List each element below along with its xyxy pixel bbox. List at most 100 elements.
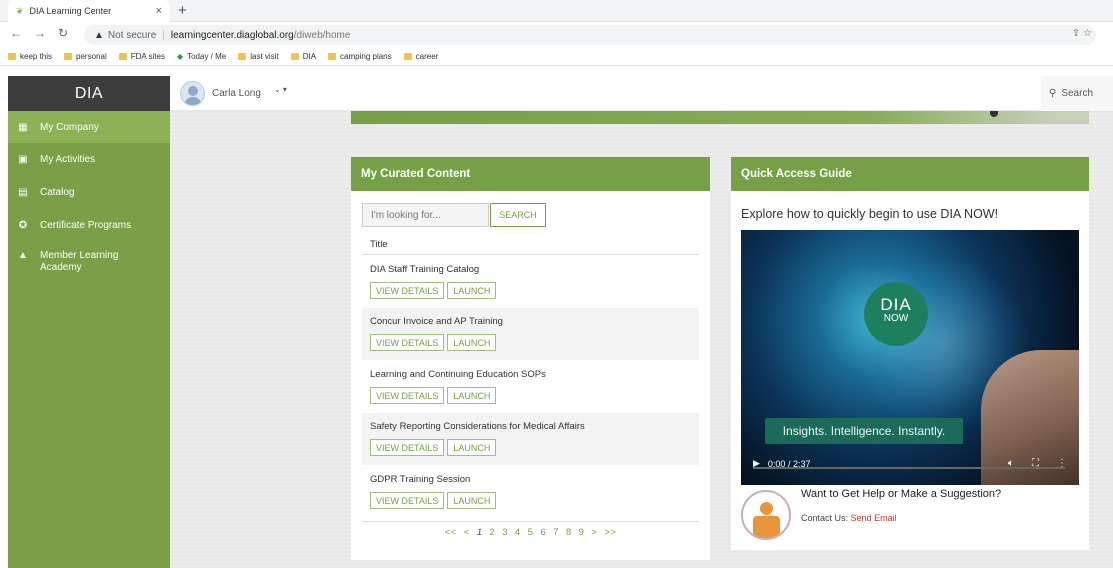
- forward-icon[interactable]: →: [34, 26, 46, 40]
- url-path: /diweb/home: [293, 29, 351, 41]
- dia-favicon-icon: ❦: [16, 5, 24, 16]
- view-details-button[interactable]: VIEW DETAILS: [370, 387, 445, 404]
- view-details-button[interactable]: VIEW DETAILS: [370, 334, 445, 351]
- bookmark-camping-plans[interactable]: camping plans: [328, 52, 392, 61]
- page-2[interactable]: 2: [489, 527, 495, 538]
- course-title: GDPR Training Session: [370, 474, 471, 485]
- help-title: Want to Get Help or Make a Suggestion?: [801, 488, 1002, 500]
- divider: [362, 521, 699, 522]
- video-progress-bar[interactable]: [753, 467, 1065, 469]
- folder-icon: [64, 53, 73, 60]
- award-icon: ✪: [18, 220, 28, 231]
- curated-search-button[interactable]: SEARCH: [490, 203, 546, 227]
- sidebar-item-my-company[interactable]: ▦ My Company: [8, 111, 170, 143]
- table-row: DIA Staff Training Catalog VIEW DETAILS …: [362, 256, 699, 308]
- view-details-button[interactable]: VIEW DETAILS: [370, 492, 445, 509]
- sidebar-item-certificate-programs[interactable]: ✪ Certificate Programs: [8, 209, 170, 242]
- curated-search-row: SEARCH: [362, 203, 546, 227]
- page-next[interactable]: >: [591, 527, 597, 538]
- page-5[interactable]: 5: [528, 527, 534, 538]
- page-3[interactable]: 3: [502, 527, 508, 538]
- folder-icon: [118, 53, 127, 60]
- pagination: << < 1 2 3 4 5 6 7 8 9 > >>: [351, 527, 710, 538]
- view-details-button[interactable]: VIEW DETAILS: [370, 439, 445, 456]
- page-6[interactable]: 6: [540, 527, 546, 538]
- reload-icon[interactable]: ↻: [58, 26, 68, 40]
- folder-icon: [290, 53, 299, 60]
- page-prev[interactable]: <: [464, 527, 470, 538]
- video-player[interactable]: DIA NOW Insights. Intelligence. Instantl…: [741, 230, 1079, 485]
- new-tab-icon[interactable]: +: [178, 2, 187, 19]
- page-4[interactable]: 4: [515, 527, 521, 538]
- bookmark-dia[interactable]: DIA: [290, 52, 316, 61]
- address-bar: ← → ↻ ▲ Not secure | learningcenter.diag…: [0, 22, 1113, 48]
- launch-button[interactable]: LAUNCH: [447, 439, 497, 456]
- launch-button[interactable]: LAUNCH: [447, 387, 497, 404]
- list-icon: ▤: [18, 187, 28, 198]
- badge-text-bottom: NOW: [883, 313, 909, 324]
- curated-search-input[interactable]: [362, 203, 489, 227]
- tab-title: DIA Learning Center: [29, 6, 112, 16]
- page-7[interactable]: 7: [553, 527, 559, 538]
- view-details-button[interactable]: VIEW DETAILS: [370, 282, 445, 299]
- bookmark-today-me[interactable]: ◆ Today / Me: [177, 52, 226, 61]
- main-content: My Curated Content SEARCH Title DIA Staf…: [170, 111, 1113, 568]
- bookmark-fda-sites[interactable]: FDA sites: [118, 52, 165, 61]
- tab-close-icon[interactable]: ×: [156, 5, 162, 17]
- folder-icon: [8, 53, 16, 60]
- curated-content-panel: My Curated Content SEARCH Title DIA Staf…: [351, 157, 710, 560]
- back-icon[interactable]: ←: [10, 26, 22, 40]
- folder-icon: [238, 53, 247, 60]
- course-title: DIA Staff Training Catalog: [370, 264, 480, 275]
- bookmark-personal[interactable]: personal: [64, 52, 107, 61]
- quick-access-subtitle: Explore how to quickly begin to use DIA …: [741, 207, 999, 221]
- panel-title: Quick Access Guide: [731, 157, 1089, 191]
- sidebar-item-member-learning-academy[interactable]: ▲ Member Learning Academy: [8, 242, 170, 274]
- brand-logo[interactable]: DIA: [8, 76, 170, 111]
- url-host: learningcenter.diaglobal.org: [170, 29, 294, 41]
- calendar-check-icon: ▣: [18, 154, 28, 165]
- url-input[interactable]: ▲ Not secure | learningcenter.diaglobal.…: [84, 25, 1096, 45]
- sidebar-item-label: Catalog: [40, 187, 75, 198]
- user-avatar[interactable]: [180, 81, 205, 106]
- bookmark-keep-this[interactable]: keep this: [8, 52, 52, 61]
- sidebar-item-label: My Activities: [40, 154, 96, 165]
- chevron-down-icon[interactable]: ⌄ ▾: [274, 85, 287, 94]
- launch-button[interactable]: LAUNCH: [447, 334, 497, 351]
- quick-access-panel: Quick Access Guide Explore how to quickl…: [731, 157, 1089, 550]
- support-agent-icon: [741, 490, 791, 540]
- page-8[interactable]: 8: [566, 527, 572, 538]
- divider: [362, 254, 699, 255]
- column-header-title: Title: [370, 239, 388, 250]
- launch-button[interactable]: LAUNCH: [447, 492, 497, 509]
- send-email-link[interactable]: Send Email: [851, 513, 897, 523]
- sidebar-item-my-activities[interactable]: ▣ My Activities: [8, 143, 170, 176]
- video-controls: ▶ 0:00 / 2:37 🔈︎ ⛶ ⋮: [741, 442, 1079, 485]
- user-name[interactable]: Carla Long: [212, 88, 261, 99]
- bookmark-last-visit[interactable]: last visit: [238, 52, 279, 61]
- table-row: Safety Reporting Considerations for Medi…: [362, 413, 699, 465]
- bookmark-career[interactable]: career: [403, 52, 438, 61]
- bookmarks-bar: keep this personal FDA sites ◆ Today / Me…: [0, 48, 1113, 66]
- banner-image: [351, 111, 1089, 124]
- page-1[interactable]: 1: [477, 527, 483, 538]
- dia-now-badge: DIA NOW: [864, 282, 928, 346]
- share-icon[interactable]: ⇪ ☆: [1072, 28, 1092, 39]
- warning-icon[interactable]: ▲: [94, 30, 104, 41]
- launch-button[interactable]: LAUNCH: [447, 282, 497, 299]
- sidebar-item-catalog[interactable]: ▤ Catalog: [8, 176, 170, 209]
- badge-text-top: DIA: [880, 295, 912, 314]
- building-icon: ▦: [18, 121, 28, 133]
- browser-tab[interactable]: ❦ DIA Learning Center ×: [8, 0, 170, 22]
- page-first[interactable]: <<: [445, 527, 457, 538]
- course-title: Concur Invoice and AP Training: [370, 316, 503, 327]
- search-label: Search: [1061, 88, 1094, 99]
- sidebar-item-label: Certificate Programs: [40, 220, 132, 231]
- page-last[interactable]: >>: [604, 527, 616, 538]
- sidebar: DIA ▦ My Company ▣ My Activities ▤ Catal…: [8, 76, 170, 568]
- site-icon: ◆: [176, 52, 184, 61]
- header-search-button[interactable]: ⚲ Search: [1041, 76, 1113, 111]
- folder-icon: [328, 53, 337, 60]
- table-row: Learning and Continuing Education SOPs V…: [362, 361, 699, 413]
- page-9[interactable]: 9: [579, 527, 585, 538]
